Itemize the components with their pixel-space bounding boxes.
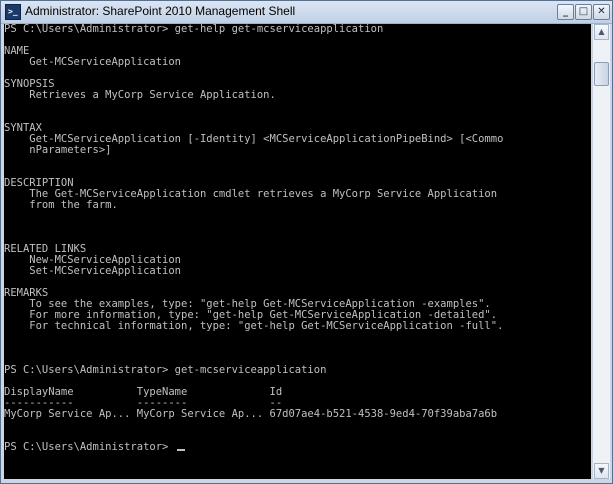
- console-line: PS C:\Users\Administrator>: [4, 442, 591, 453]
- text-cursor: [176, 449, 185, 451]
- console-line: from the farm.: [4, 199, 118, 211]
- console-line: For technical information, type: "get-he…: [4, 320, 504, 332]
- console-line: Retrieves a MyCorp Service Application.: [4, 89, 276, 101]
- scroll-thumb[interactable]: [594, 62, 609, 86]
- vertical-scrollbar[interactable]: ▲ ▼: [592, 24, 610, 479]
- minimize-button[interactable]: _: [557, 4, 574, 20]
- title-bar[interactable]: >_ Administrator: SharePoint 2010 Manage…: [1, 1, 612, 24]
- powershell-icon-glyph: >_: [8, 7, 18, 16]
- console-line: PS C:\Users\Administrator> get-mcservice…: [4, 364, 327, 376]
- console-lines: PS C:\Users\Administrator> get-help get-…: [4, 24, 591, 453]
- console-line: nParameters>]: [4, 144, 112, 156]
- scroll-up-arrow-icon[interactable]: ▲: [594, 24, 609, 40]
- console-line: Get-MCServiceApplication: [4, 56, 182, 68]
- console-output[interactable]: PS C:\Users\Administrator> get-help get-…: [4, 24, 591, 479]
- powershell-icon[interactable]: >_: [5, 4, 21, 20]
- console-line: Set-MCServiceApplication: [4, 265, 182, 277]
- console-line: MyCorp Service Ap... MyCorp Service Ap..…: [4, 408, 498, 420]
- close-button[interactable]: ✕: [593, 4, 610, 20]
- shell-window: >_ Administrator: SharePoint 2010 Manage…: [0, 0, 613, 484]
- scroll-down-arrow-icon[interactable]: ▼: [594, 463, 609, 479]
- window-title: Administrator: SharePoint 2010 Managemen…: [25, 4, 296, 18]
- console-line: PS C:\Users\Administrator> get-help get-…: [4, 24, 384, 35]
- maximize-button[interactable]: □: [575, 4, 592, 20]
